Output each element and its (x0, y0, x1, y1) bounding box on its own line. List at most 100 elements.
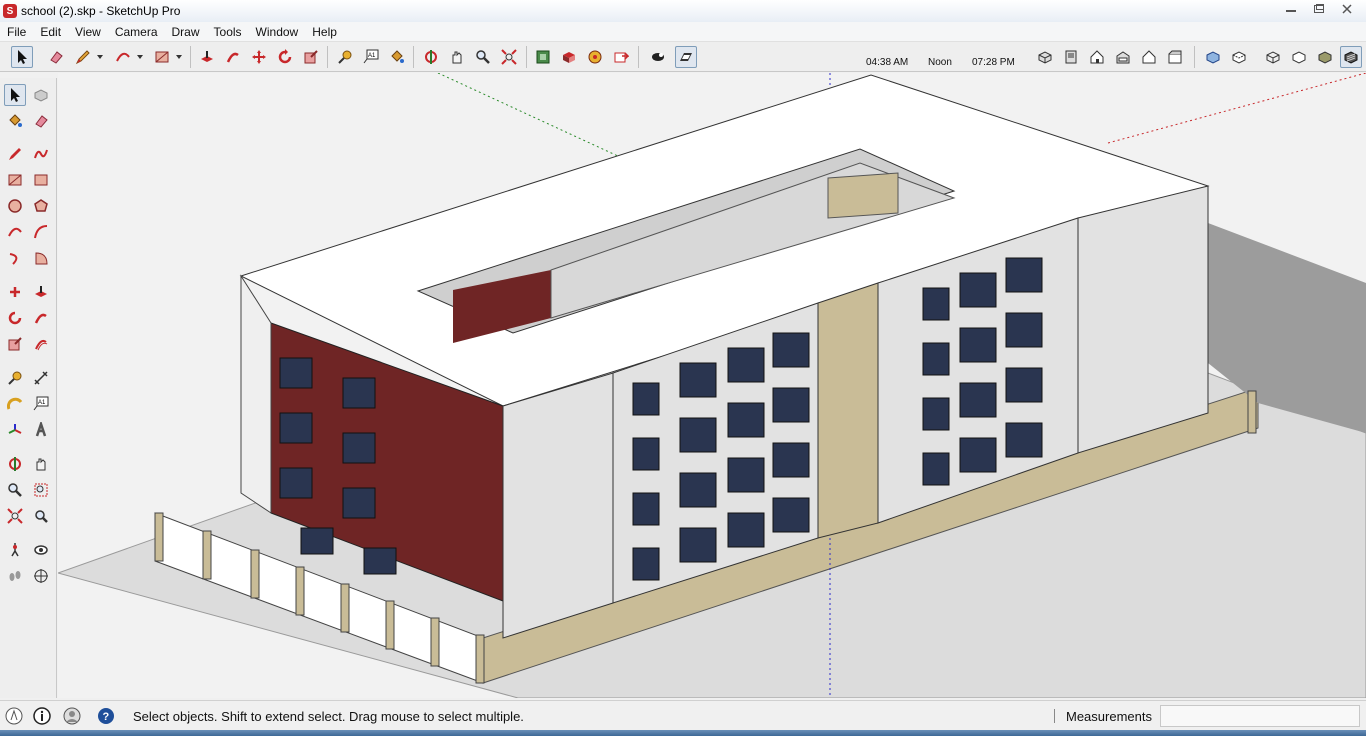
freehand-icon[interactable] (30, 143, 52, 165)
user-account-icon[interactable] (62, 706, 82, 726)
window-title: school (2).skp - SketchUp Pro (21, 4, 181, 18)
minimize-button[interactable] (1278, 0, 1304, 18)
make-component-icon[interactable] (30, 84, 52, 106)
menu-help[interactable]: Help (305, 25, 344, 39)
back-edges-icon[interactable] (1228, 46, 1250, 68)
chevron-down-icon[interactable] (173, 46, 185, 68)
back-view-icon[interactable] (1138, 46, 1160, 68)
menu-view[interactable]: View (68, 25, 108, 39)
zoom-icon[interactable] (472, 46, 494, 68)
dimension-icon[interactable] (30, 367, 52, 389)
front-view-icon[interactable] (1086, 46, 1108, 68)
three-point-arc-icon[interactable] (4, 247, 26, 269)
arc-icon[interactable] (112, 46, 134, 68)
scale-icon[interactable] (4, 333, 26, 355)
chevron-down-icon[interactable] (94, 46, 106, 68)
extension-warehouse-icon[interactable] (584, 46, 606, 68)
sketchup-app-icon: S (3, 4, 17, 18)
rectangle-icon[interactable] (4, 169, 26, 191)
pencil-icon[interactable] (72, 46, 94, 68)
push-pull-icon[interactable] (196, 46, 218, 68)
protractor-icon[interactable] (4, 393, 26, 415)
walk-icon[interactable] (4, 565, 26, 587)
send-to-layout-icon[interactable] (610, 46, 632, 68)
menu-edit[interactable]: Edit (33, 25, 68, 39)
zoom-window-icon[interactable] (30, 479, 52, 501)
text-icon[interactable]: A1 (30, 393, 52, 415)
right-view-icon[interactable] (1112, 46, 1134, 68)
3d-text-icon[interactable] (30, 419, 52, 441)
wireframe-icon[interactable] (1262, 46, 1284, 68)
arc-icon[interactable] (4, 221, 26, 243)
polygon-icon[interactable] (30, 195, 52, 217)
menu-tools[interactable]: Tools (207, 25, 249, 39)
two-point-arc-icon[interactable] (30, 221, 52, 243)
pan-icon[interactable] (446, 46, 468, 68)
zoom-extents-icon[interactable] (498, 46, 520, 68)
svg-text:A1: A1 (368, 53, 376, 59)
toolbar-divider (638, 46, 639, 68)
menu-draw[interactable]: Draw (165, 25, 207, 39)
toolbar-divider (1194, 46, 1195, 68)
hidden-line-icon[interactable] (1288, 46, 1310, 68)
tape-measure-icon[interactable] (334, 46, 356, 68)
select-arrow-icon[interactable] (4, 84, 26, 106)
look-around-icon[interactable] (30, 539, 52, 561)
instructor-help-icon[interactable]: ? (96, 706, 116, 726)
rotate-icon[interactable] (274, 46, 296, 68)
top-view-icon[interactable] (1060, 46, 1082, 68)
paint-bucket-icon[interactable] (386, 46, 408, 68)
zoom-extents-icon[interactable] (4, 505, 26, 527)
pan-icon[interactable] (30, 453, 52, 475)
geo-location-icon[interactable] (4, 706, 24, 726)
components-icon[interactable] (558, 46, 580, 68)
title-bar: S school (2).skp - SketchUp Pro (0, 0, 1366, 22)
menu-window[interactable]: Window (249, 25, 306, 39)
zoom-icon[interactable] (4, 479, 26, 501)
push-pull-icon[interactable] (30, 281, 52, 303)
rectangle-icon[interactable] (151, 46, 173, 68)
follow-me-icon[interactable] (30, 307, 52, 329)
section-plane-icon[interactable] (30, 565, 52, 587)
pie-icon[interactable] (30, 247, 52, 269)
orbit-icon[interactable] (420, 46, 442, 68)
display-shadows-icon[interactable] (675, 46, 697, 68)
modeling-viewport[interactable] (58, 73, 1366, 698)
3d-warehouse-icon[interactable] (532, 46, 554, 68)
axes-icon[interactable] (4, 419, 26, 441)
menu-file[interactable]: File (0, 25, 33, 39)
move-icon[interactable] (4, 281, 26, 303)
select-arrow-icon[interactable] (11, 46, 33, 68)
facade-side (240, 274, 272, 514)
rotate-icon[interactable] (4, 307, 26, 329)
left-view-icon[interactable] (1164, 46, 1186, 68)
tape-measure-icon[interactable] (4, 367, 26, 389)
credits-icon[interactable] (32, 706, 52, 726)
maximize-button[interactable] (1306, 0, 1332, 18)
iso-view-icon[interactable] (1034, 46, 1056, 68)
measurements-input[interactable] (1160, 705, 1360, 727)
position-camera-icon[interactable] (4, 539, 26, 561)
menu-camera[interactable]: Camera (108, 25, 165, 39)
window-controls (1278, 0, 1360, 18)
text-icon[interactable]: A1 (360, 46, 382, 68)
close-button[interactable] (1334, 0, 1360, 18)
scale-icon[interactable] (300, 46, 322, 68)
move-icon[interactable] (248, 46, 270, 68)
toolbar-divider (413, 46, 414, 68)
eraser-icon[interactable] (30, 110, 52, 132)
shaded-with-textures-icon[interactable] (1340, 46, 1362, 68)
pencil-icon[interactable] (4, 143, 26, 165)
shaded-icon[interactable] (1314, 46, 1336, 68)
offset-icon[interactable] (30, 333, 52, 355)
paint-bucket-icon[interactable] (4, 110, 26, 132)
eraser-icon[interactable] (45, 46, 67, 68)
orbit-icon[interactable] (4, 453, 26, 475)
chevron-down-icon[interactable] (134, 46, 146, 68)
shadow-settings-icon[interactable] (647, 46, 669, 68)
rotated-rectangle-icon[interactable] (30, 169, 52, 191)
circle-icon[interactable] (4, 195, 26, 217)
xray-icon[interactable] (1202, 46, 1224, 68)
follow-me-icon[interactable] (222, 46, 244, 68)
previous-view-icon[interactable] (30, 505, 52, 527)
